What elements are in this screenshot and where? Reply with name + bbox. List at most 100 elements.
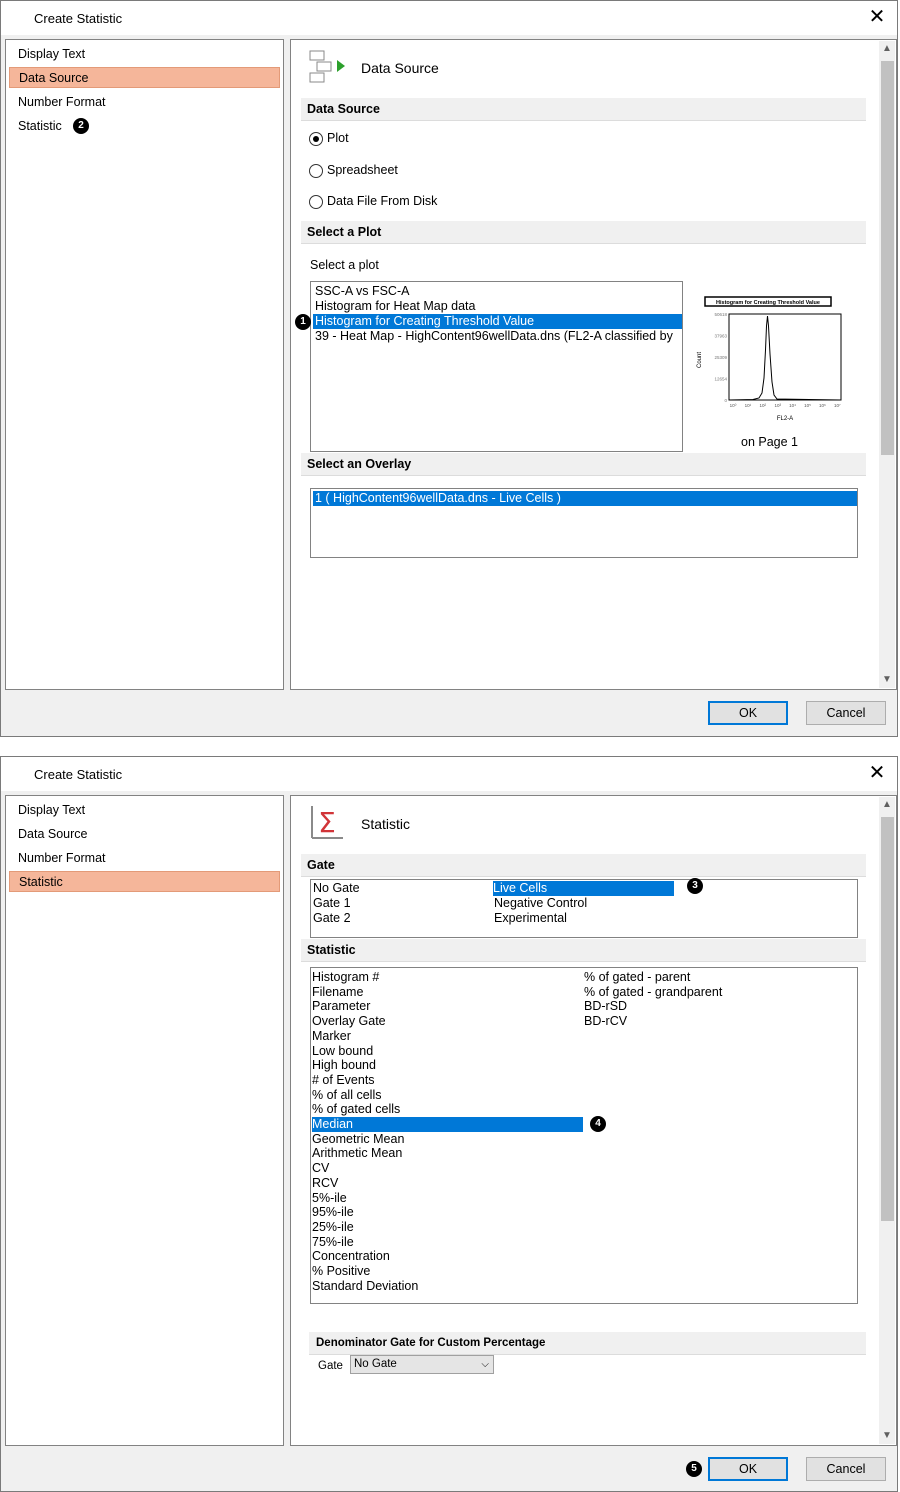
statistic-list-item[interactable]: % Positive	[312, 1264, 370, 1279]
gate-list-item[interactable]: Gate 2	[313, 911, 351, 926]
statistic-list-item[interactable]: Histogram #	[312, 970, 379, 985]
preview-x-tick: 10⁵	[804, 403, 811, 408]
statistic-list-item[interactable]: Filename	[312, 985, 363, 1000]
statistic-list-item[interactable]: % of gated cells	[312, 1102, 400, 1117]
plot-list-item[interactable]: Histogram for Heat Map data	[315, 299, 476, 314]
statistic-list-item[interactable]: % of gated - grandparent	[584, 985, 722, 1000]
dialog-title: Create Statistic	[34, 11, 123, 26]
nav-item-data-source[interactable]: Data Source	[9, 824, 280, 845]
close-icon[interactable]: ✕	[865, 5, 889, 29]
preview-caption: on Page 1	[741, 435, 798, 449]
plot-list-item[interactable]: 39 - Heat Map - HighContent96wellData.dn…	[315, 329, 673, 344]
statistic-list-item[interactable]: BD-rCV	[584, 1014, 627, 1029]
gate-list-item[interactable]: Negative Control	[494, 896, 587, 911]
content-scrollbar[interactable]: ▲ ▼	[879, 41, 895, 688]
statistic-list-item[interactable]: CV	[312, 1161, 329, 1176]
nav-item-number-format[interactable]: Number Format	[9, 848, 280, 869]
callout-badge-2: 2	[73, 118, 89, 134]
statistic-list-item[interactable]: High bound	[312, 1058, 376, 1073]
statistic-list-item[interactable]: Low bound	[312, 1044, 373, 1059]
statistic-list-item[interactable]: Standard Deviation	[312, 1279, 418, 1294]
section-select-plot: Select a Plot	[301, 221, 866, 244]
chevron-down-icon: ⌵	[481, 1359, 489, 1370]
content-panel: Σ Statistic Gate No Gate Gate 1 Gate 2 L…	[290, 795, 897, 1446]
data-source-icon	[309, 50, 345, 83]
preview-x-tick: 10⁴	[789, 403, 796, 408]
statistic-list-item[interactable]: RCV	[312, 1176, 338, 1191]
title-bar: Create Statistic ✕	[1, 1, 897, 35]
preview-y-tick: 12654	[714, 377, 727, 382]
gate-list-item[interactable]: No Gate	[313, 881, 360, 896]
plot-preview-thumbnail: Histogram for Creating Threshold Value 5…	[697, 296, 842, 422]
content-scrollbar[interactable]: ▲ ▼	[879, 797, 895, 1444]
gate-list-item[interactable]: Gate 1	[313, 896, 351, 911]
section-denominator-gate: Denominator Gate for Custom Percentage	[309, 1332, 866, 1355]
statistic-list-item[interactable]: % of all cells	[312, 1088, 381, 1103]
scroll-up-icon[interactable]: ▲	[879, 41, 895, 57]
statistic-list-item[interactable]: Parameter	[312, 999, 370, 1014]
callout-badge-1: 1	[295, 314, 311, 330]
nav-item-data-source[interactable]: Data Source	[9, 67, 280, 88]
svg-text:FL2-A: FL2-A	[777, 416, 793, 422]
preview-x-tick: 10³	[774, 403, 781, 408]
preview-y-tick: 0	[724, 398, 727, 403]
statistic-list-item[interactable]: Geometric Mean	[312, 1132, 404, 1147]
callout-badge-5: 5	[686, 1461, 702, 1477]
plot-list-item[interactable]: SSC-A vs FSC-A	[315, 284, 409, 299]
gate-list-item[interactable]: Experimental	[494, 911, 567, 926]
section-select-overlay: Select an Overlay	[301, 453, 866, 476]
nav-item-display-text[interactable]: Display Text	[9, 800, 280, 821]
section-data-source: Data Source	[301, 98, 866, 121]
statistic-list[interactable]: Histogram # Filename Parameter Overlay Gate…	[310, 967, 858, 1304]
gate-list-item-selected[interactable]: Live Cells	[493, 881, 674, 896]
page-header: Statistic	[361, 816, 411, 832]
gate-list[interactable]: No Gate Gate 1 Gate 2 Live Cells Negativ…	[310, 879, 858, 938]
plot-list-item-selected[interactable]: Histogram for Creating Threshold Value	[313, 314, 682, 329]
statistic-list-item-selected[interactable]: Median	[312, 1117, 583, 1132]
scrollbar-thumb[interactable]	[881, 61, 894, 455]
statistic-list-item[interactable]: Arithmetic Mean	[312, 1146, 402, 1161]
select-plot-label: Select a plot	[310, 258, 379, 272]
dialog-title: Create Statistic	[34, 767, 123, 782]
statistic-list-item[interactable]: BD-rSD	[584, 999, 627, 1014]
scrollbar-thumb[interactable]	[881, 817, 894, 1221]
preview-x-tick: 10⁷	[834, 403, 841, 408]
nav-item-statistic[interactable]: Statistic	[9, 116, 280, 137]
callout-badge-4: 4	[590, 1116, 606, 1132]
statistic-list-item[interactable]: 25%-ile	[312, 1220, 354, 1235]
nav-item-statistic[interactable]: Statistic	[9, 871, 280, 892]
cancel-button[interactable]: Cancel	[806, 701, 886, 725]
preview-y-tick: 25309	[714, 355, 727, 360]
statistic-list-item[interactable]: 95%-ile	[312, 1205, 354, 1220]
preview-title: Histogram for Creating Threshold Value	[716, 300, 820, 306]
preview-x-tick: 10²	[760, 403, 767, 408]
denominator-gate-label: Gate	[318, 1360, 343, 1372]
page-header: Data Source	[361, 60, 439, 76]
ok-button[interactable]: OK	[708, 701, 788, 725]
statistic-list-item[interactable]: # of Events	[312, 1073, 375, 1088]
close-icon[interactable]: ✕	[865, 761, 889, 785]
cancel-button[interactable]: Cancel	[806, 1457, 886, 1481]
statistic-list-item[interactable]: Marker	[312, 1029, 351, 1044]
statistic-list-item[interactable]: Overlay Gate	[312, 1014, 386, 1029]
section-statistic: Statistic	[301, 939, 866, 962]
content-panel: Data Source Data Source Plot Spreadsheet…	[290, 39, 897, 690]
nav-item-label: Statistic	[18, 119, 62, 133]
statistic-list-item[interactable]: 5%-ile	[312, 1191, 347, 1206]
statistic-list-item[interactable]: Concentration	[312, 1249, 390, 1264]
nav-panel: Display Text Data Source Number Format S…	[5, 39, 284, 690]
create-statistic-dialog-statistic: Create Statistic ✕ Display Text Data Sou…	[0, 756, 898, 1492]
nav-item-display-text[interactable]: Display Text	[9, 44, 280, 65]
denominator-gate-select[interactable]: No Gate ⌵	[350, 1355, 494, 1374]
plot-list[interactable]: SSC-A vs FSC-A Histogram for Heat Map da…	[310, 281, 683, 452]
nav-item-number-format[interactable]: Number Format	[9, 92, 280, 113]
overlay-list-item-selected[interactable]: 1 ( HighContent96wellData.dns - Live Cel…	[313, 491, 857, 506]
statistic-list-item[interactable]: % of gated - parent	[584, 970, 690, 985]
ok-button[interactable]: OK	[708, 1457, 788, 1481]
scroll-down-icon[interactable]: ▼	[879, 1428, 895, 1444]
scroll-up-icon[interactable]: ▲	[879, 797, 895, 813]
section-gate: Gate	[301, 854, 866, 877]
statistic-list-item[interactable]: 75%-ile	[312, 1235, 354, 1250]
overlay-list[interactable]: 1 ( HighContent96wellData.dns - Live Cel…	[310, 488, 858, 558]
scroll-down-icon[interactable]: ▼	[879, 672, 895, 688]
